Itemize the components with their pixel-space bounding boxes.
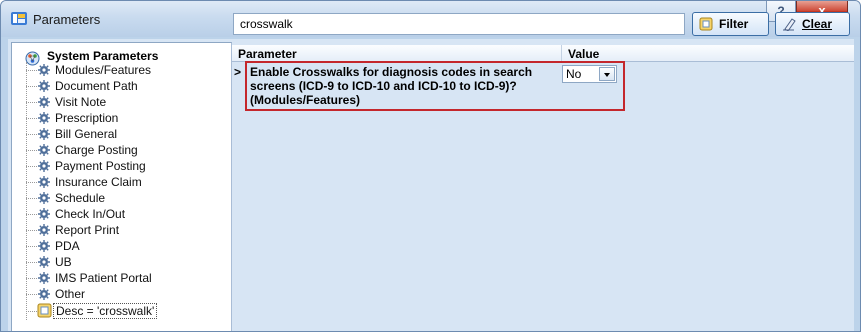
clear-button[interactable]: Clear: [775, 12, 850, 36]
tree-item-label: Document Path: [55, 79, 138, 93]
tree-item-label: Schedule: [55, 191, 106, 205]
gear-icon: [38, 208, 50, 220]
gear-icon: [38, 112, 50, 124]
tree-item-label: Desc = 'crosswalk': [53, 303, 158, 319]
gear-icon: [38, 224, 50, 236]
tree-item-pda[interactable]: PDA: [26, 238, 226, 254]
tree-item-check-in-out[interactable]: Check In/Out: [26, 206, 226, 222]
gear-icon: [38, 144, 50, 156]
tree-item-visit-note[interactable]: Visit Note: [26, 94, 226, 110]
tree-item-other[interactable]: Other: [26, 286, 226, 302]
parameter-grid: Parameter Value > Enable Crosswalks for …: [232, 45, 854, 331]
gear-icon: [38, 160, 50, 172]
tree-item-prescription[interactable]: Prescription: [26, 110, 226, 126]
gear-icon: [38, 64, 50, 76]
tree-item-label: Other: [55, 287, 86, 301]
filter-icon: [699, 17, 713, 31]
value-select[interactable]: No: [562, 65, 617, 83]
value-select-text: No: [566, 67, 582, 81]
tree-item-label: Modules/Features: [55, 63, 152, 77]
gear-icon: [38, 288, 50, 300]
tree-item-label: Bill General: [55, 127, 118, 141]
tree-item-modules-features[interactable]: Modules/Features: [26, 62, 226, 78]
tree-item-label: Payment Posting: [55, 159, 146, 173]
tree-item-bill-general[interactable]: Bill General: [26, 126, 226, 142]
tree-item-label: Report Print: [55, 223, 120, 237]
gear-icon: [38, 80, 50, 92]
gear-icon: [38, 176, 50, 188]
tree-item-charge-posting[interactable]: Charge Posting: [26, 142, 226, 158]
clear-button-label: Clear: [802, 17, 833, 31]
tree-item-label: Charge Posting: [55, 143, 138, 157]
filter-icon: [37, 303, 52, 318]
tree-item-payment-posting[interactable]: Payment Posting: [26, 158, 226, 174]
tree-item-label: IMS Patient Portal: [55, 271, 152, 285]
tree-item-filter-result[interactable]: Desc = 'crosswalk': [26, 303, 226, 319]
gear-icon: [38, 240, 50, 252]
tree-item-ims-patient-portal[interactable]: IMS Patient Portal: [26, 270, 226, 286]
gear-icon: [38, 96, 50, 108]
tree-item-ub[interactable]: UB: [26, 254, 226, 270]
window-title: Parameters: [33, 12, 101, 27]
filter-button[interactable]: Filter: [692, 12, 769, 36]
gear-icon: [38, 192, 50, 204]
column-header-value[interactable]: Value: [563, 45, 854, 62]
tree-item-schedule[interactable]: Schedule: [26, 190, 226, 206]
filter-button-label: Filter: [719, 17, 749, 31]
tree-item-label: Check In/Out: [55, 207, 126, 221]
gear-icon: [38, 128, 50, 140]
tree-item-insurance-claim[interactable]: Insurance Claim: [26, 174, 226, 190]
app-icon: [11, 12, 27, 25]
gear-icon: [38, 272, 50, 284]
tree-item-label: UB: [55, 255, 72, 269]
column-header-parameter[interactable]: Parameter: [232, 45, 562, 62]
search-input[interactable]: [233, 13, 685, 35]
tree-root-label: System Parameters: [47, 49, 159, 63]
tree-item-label: Insurance Claim: [55, 175, 142, 189]
gear-icon: [38, 256, 50, 268]
eraser-icon: [783, 18, 796, 31]
chevron-down-icon[interactable]: [599, 67, 615, 81]
grid-header: Parameter Value: [232, 45, 854, 62]
tree-item-label: Prescription: [55, 111, 119, 125]
tree-item-label: PDA: [55, 239, 80, 253]
parameter-tree[interactable]: System Parameters Modules/Features Docum…: [11, 42, 232, 331]
row-indicator: >: [234, 65, 242, 79]
tree-item-report-print[interactable]: Report Print: [26, 222, 226, 238]
tree-item-label: Visit Note: [55, 95, 107, 109]
parameters-window: Parameters ? x System Parameters Modules…: [0, 0, 861, 332]
tree-item-document-path[interactable]: Document Path: [26, 78, 226, 94]
